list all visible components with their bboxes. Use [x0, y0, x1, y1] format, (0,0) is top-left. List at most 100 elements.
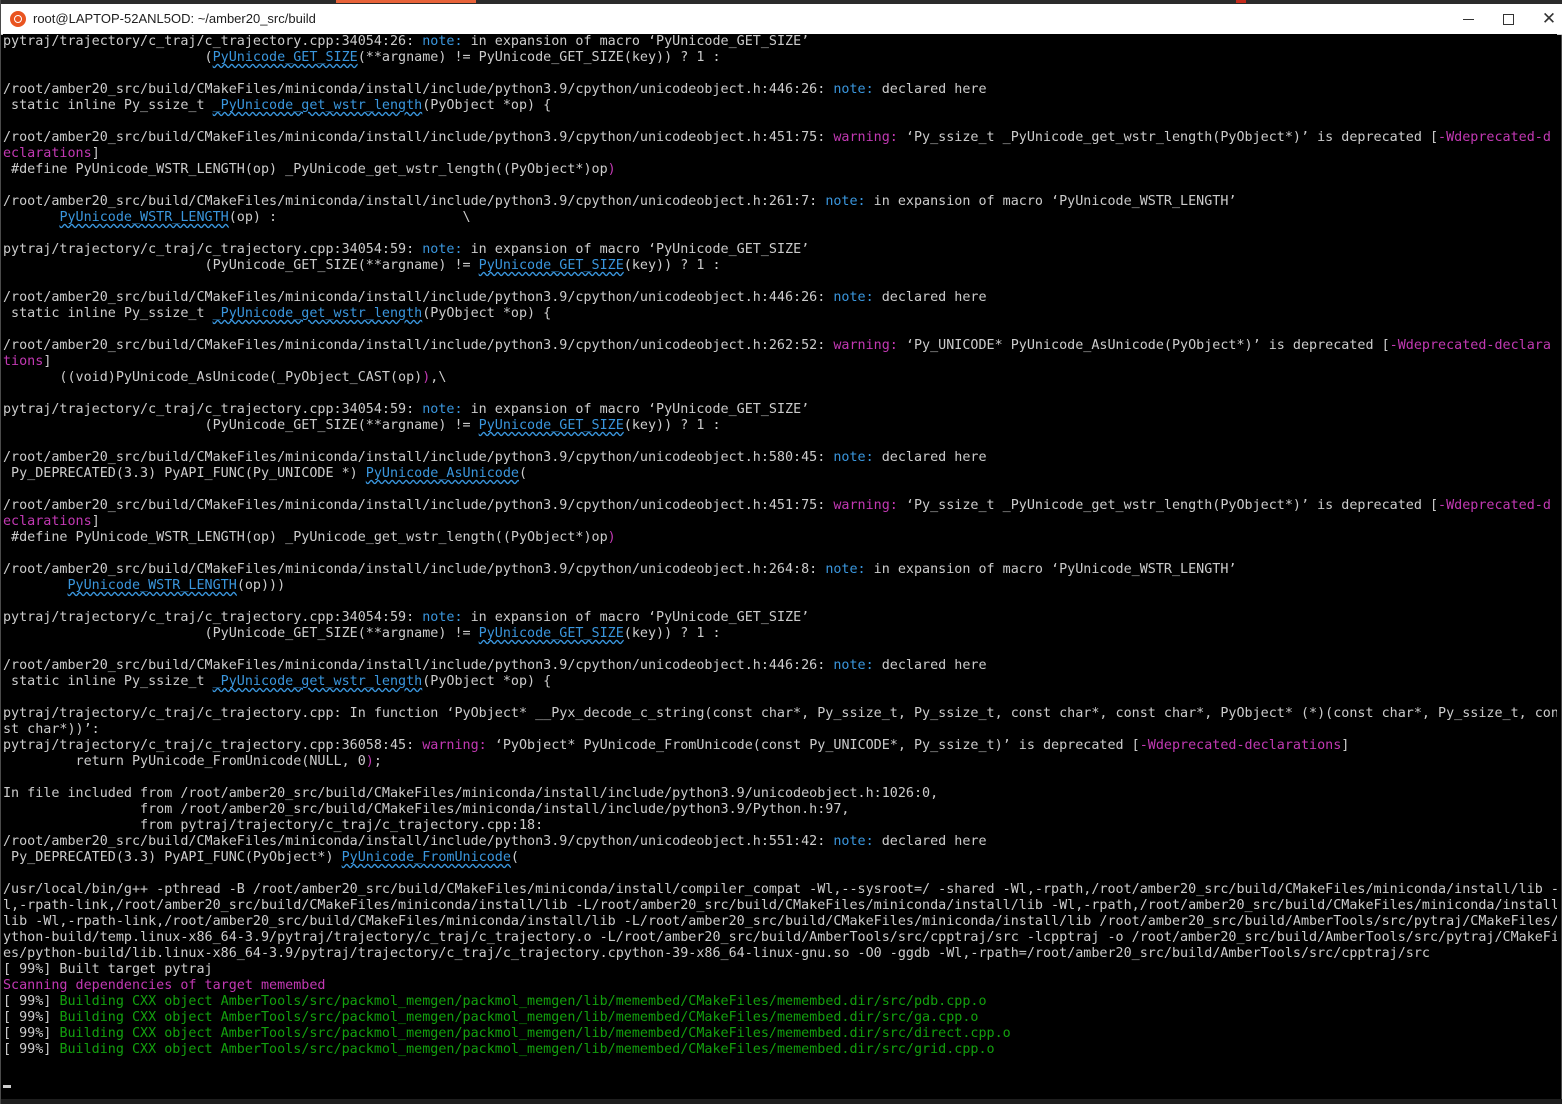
terminal-line: [ 99%] Building CXX object AmberTools/sr…: [3, 994, 1557, 1010]
terminal-text: declared here: [873, 658, 987, 673]
terminal-text: PyUnicode_GET_SIZE: [478, 626, 624, 641]
terminal-text: static inline Py_ssize_t: [3, 674, 213, 689]
maximize-button[interactable]: [1485, 4, 1531, 34]
terminal-text: st char*))’:: [3, 722, 100, 737]
terminal-text: ‘PyObject* PyUnicode_FromUnicode(const P…: [486, 738, 1140, 753]
terminal-line: Py_DEPRECATED(3.3) PyAPI_FUNC(Py_UNICODE…: [3, 466, 1557, 482]
terminal-text: Py_DEPRECATED(3.3) PyAPI_FUNC(Py_UNICODE…: [3, 466, 366, 481]
terminal-text: in expansion of macro ‘PyUnicode_GET_SIZ…: [462, 34, 810, 49]
terminal-line: static inline Py_ssize_t _PyUnicode_get_…: [3, 306, 1557, 322]
terminal-text: declared here: [873, 290, 987, 305]
terminal-line: In file included from /root/amber20_src/…: [3, 786, 1557, 802]
terminal-text: pytraj/trajectory/c_traj/c_trajectory.cp…: [3, 242, 423, 257]
terminal-text: (PyUnicode_GET_SIZE(**argname) !=: [3, 418, 479, 433]
terminal-text: PyUnicode_GET_SIZE: [212, 50, 358, 65]
terminal-text: pytraj/trajectory/c_traj/c_trajectory.cp…: [3, 738, 423, 753]
terminal-line: st char*))’:: [3, 722, 1557, 738]
terminal-text: in expansion of macro ‘PyUnicode_GET_SIZ…: [462, 242, 810, 257]
terminal-text: [ 99%]: [3, 1042, 60, 1057]
terminal-text: /root/amber20_src/build/CMakeFiles/minic…: [3, 658, 834, 673]
terminal-text: (op) : \: [228, 210, 471, 225]
terminal-text: (PyUnicode_GET_SIZE(**argname) !=: [3, 626, 479, 641]
terminal-text: l,-rpath-link,/root/amber20_src/build/CM…: [3, 898, 1557, 913]
terminal-text: (PyObject *op) {: [422, 98, 552, 113]
terminal-line: from /root/amber20_src/build/CMakeFiles/…: [3, 802, 1557, 818]
terminal-text: /root/amber20_src/build/CMakeFiles/minic…: [3, 82, 834, 97]
title-bar[interactable]: root@LAPTOP-52ANL5OD: ~/amber20_src/buil…: [1, 4, 1562, 35]
terminal-text: /root/amber20_src/build/CMakeFiles/minic…: [3, 194, 826, 209]
terminal-text: in expansion of macro ‘PyUnicode_GET_SIZ…: [462, 402, 810, 417]
terminal-text: ]: [91, 146, 100, 161]
terminal-text: _PyUnicode_get_wstr_length: [212, 674, 423, 689]
terminal-line: pytraj/trajectory/c_traj/c_trajectory.cp…: [3, 738, 1557, 754]
terminal-text: es/python-build/lib.linux-x86_64-3.9/pyt…: [3, 946, 1430, 961]
terminal-text: (PyObject *op) {: [422, 674, 552, 689]
terminal-text: -Wdeprecated-declarations: [1139, 738, 1342, 753]
terminal-text: note:: [825, 562, 866, 577]
terminal-text: Scanning dependencies of target memembed: [3, 978, 326, 993]
terminal-line: [ 99%] Building CXX object AmberTools/sr…: [3, 1042, 1557, 1058]
terminal-text: ]: [91, 514, 100, 529]
terminal-line: #define PyUnicode_WSTR_LENGTH(op) _PyUni…: [3, 530, 1557, 546]
close-button[interactable]: ✕: [1526, 4, 1562, 34]
terminal-text: static inline Py_ssize_t: [3, 306, 213, 321]
terminal-text: PyUnicode_WSTR_LENGTH: [67, 578, 237, 593]
terminal-text: PyUnicode_FromUnicode: [341, 850, 511, 865]
terminal-text: (: [518, 466, 528, 481]
terminal-text: /usr/local/bin/g++ -pthread -B /root/amb…: [3, 882, 1557, 897]
close-icon: ✕: [1541, 8, 1557, 29]
terminal-text: /root/amber20_src/build/CMakeFiles/minic…: [3, 290, 834, 305]
terminal-text: note:: [825, 194, 866, 209]
terminal-window: root@LAPTOP-52ANL5OD: ~/amber20_src/buil…: [0, 0, 1562, 1104]
terminal-text: -Wdeprecated-d: [1438, 498, 1551, 513]
ubuntu-terminal-icon: [10, 11, 26, 27]
terminal-text: in expansion of macro ‘PyUnicode_WSTR_LE…: [865, 562, 1237, 577]
terminal-text: ): [365, 754, 374, 769]
terminal-text: /root/amber20_src/build/CMakeFiles/minic…: [3, 498, 834, 513]
terminal-line: (PyUnicode_GET_SIZE(**argname) != PyUnic…: [3, 626, 1557, 642]
terminal-text: note:: [833, 834, 874, 849]
terminal-line: /root/amber20_src/build/CMakeFiles/minic…: [3, 130, 1557, 146]
terminal-text: ‘Py_ssize_t _PyUnicode_get_wstr_length(P…: [897, 130, 1439, 145]
terminal-text: /root/amber20_src/build/CMakeFiles/minic…: [3, 450, 834, 465]
terminal-text: ,\: [430, 370, 447, 385]
terminal-line: /root/amber20_src/build/CMakeFiles/minic…: [3, 338, 1557, 354]
terminal-line: /root/amber20_src/build/CMakeFiles/minic…: [3, 290, 1557, 306]
terminal-line: /root/amber20_src/build/CMakeFiles/minic…: [3, 562, 1557, 578]
terminal-text: pytraj/trajectory/c_traj/c_trajectory.cp…: [3, 610, 423, 625]
terminal-text: ): [607, 530, 616, 545]
terminal-line: /root/amber20_src/build/CMakeFiles/minic…: [3, 450, 1557, 466]
terminal-cursor: [3, 1085, 11, 1088]
terminal-text: from /root/amber20_src/build/CMakeFiles/…: [3, 802, 850, 817]
terminal-text: (: [510, 850, 519, 865]
terminal-text: declared here: [873, 450, 987, 465]
terminal-line: /root/amber20_src/build/CMakeFiles/minic…: [3, 658, 1557, 674]
terminal-text: (PyUnicode_GET_SIZE(**argname) !=: [3, 258, 479, 273]
terminal-text: Py_DEPRECATED(3.3) PyAPI_FUNC(PyObject*): [3, 850, 342, 865]
terminal-text: /root/amber20_src/build/CMakeFiles/minic…: [3, 130, 834, 145]
terminal-text: (: [3, 50, 213, 65]
terminal-line: /root/amber20_src/build/CMakeFiles/minic…: [3, 498, 1557, 514]
terminal-text: ython-build/temp.linux-x86_64-3.9/pytraj…: [3, 930, 1557, 945]
terminal-text: /root/amber20_src/build/CMakeFiles/minic…: [3, 562, 826, 577]
terminal-output[interactable]: pytraj/trajectory/c_traj/c_trajectory.cp…: [3, 34, 1557, 1096]
terminal-text: note:: [833, 290, 874, 305]
terminal-line: [ 99%] Building CXX object AmberTools/sr…: [3, 1026, 1557, 1042]
terminal-text: PyUnicode_GET_SIZE: [478, 418, 624, 433]
terminal-text: note:: [422, 402, 463, 417]
terminal-text: [ 99%]: [3, 994, 60, 1009]
terminal-text: [ 99%]: [3, 1026, 60, 1041]
terminal-line: pytraj/trajectory/c_traj/c_trajectory.cp…: [3, 706, 1557, 722]
terminal-line: /root/amber20_src/build/CMakeFiles/minic…: [3, 834, 1557, 850]
terminal-text: pytraj/trajectory/c_traj/c_trajectory.cp…: [3, 706, 1557, 721]
terminal-text: warning:: [833, 498, 898, 513]
terminal-line: Py_DEPRECATED(3.3) PyAPI_FUNC(PyObject*)…: [3, 850, 1557, 866]
